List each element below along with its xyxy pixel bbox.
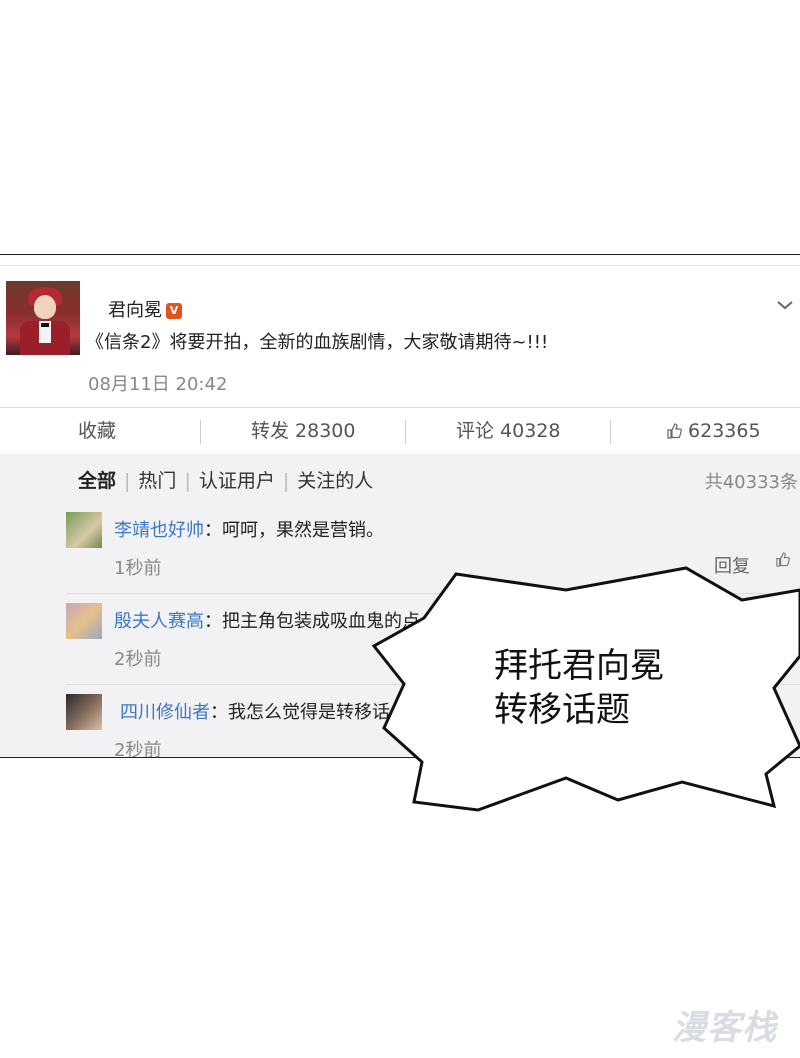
comment-time: 1秒前	[114, 558, 162, 579]
author-name[interactable]: 君向冕	[108, 300, 162, 321]
action-divider	[405, 420, 406, 444]
author-name-row: 君向冕 V	[108, 296, 182, 322]
comment-total: 共40333条	[704, 472, 798, 493]
speech-line-2: 转移话题	[494, 690, 630, 730]
top-strip	[0, 255, 800, 265]
comment-line: 四川修仙者：我怎么觉得是转移话	[120, 698, 390, 724]
speech-line-1: 拜托君向冕	[494, 646, 664, 686]
comment-line: 李靖也好帅：呵呵，果然是营销。	[114, 516, 384, 542]
post-time[interactable]: 08月11日 20:42	[88, 370, 227, 396]
thumbs-up-icon	[666, 420, 688, 442]
speech-bubble-text: 拜托君向冕 转移话题	[494, 644, 664, 732]
comment-text: ：呵呵，果然是营销。	[204, 520, 384, 541]
repost-button[interactable]: 转发 28300	[251, 408, 355, 454]
comment-button[interactable]: 评论 40328	[456, 408, 560, 454]
tab-following[interactable]: 关注的人	[297, 466, 373, 493]
tab-hot[interactable]: 热门	[138, 466, 176, 493]
action-divider	[610, 420, 611, 444]
comment-time: 2秒前	[114, 649, 162, 670]
comment-time: 2秒前	[114, 740, 162, 758]
comment-tabs: 全部 | 热门 | 认证用户 | 关注的人	[78, 466, 373, 493]
like-button[interactable]: 623365	[666, 408, 761, 454]
weibo-post: 君向冕 V 《信条2》将要开拍，全新的血族剧情，大家敬请期待~!!! 08月11日…	[0, 265, 800, 408]
commenter-name[interactable]: 四川修仙者	[120, 702, 210, 723]
commenter-avatar[interactable]	[66, 512, 102, 548]
commenter-avatar[interactable]	[66, 694, 102, 730]
action-divider	[200, 420, 201, 444]
tab-all[interactable]: 全部	[78, 466, 116, 493]
post-text: 《信条2》将要开拍，全新的血族剧情，大家敬请期待~!!!	[86, 332, 549, 353]
commenter-avatar[interactable]	[66, 603, 102, 639]
verified-badge-icon: V	[166, 303, 182, 319]
action-bar: 收藏 转发 28300 评论 40328 623365	[0, 407, 800, 455]
like-count: 623365	[688, 420, 761, 442]
comment-text: ：我怎么觉得是转移话	[210, 702, 390, 723]
author-avatar[interactable]	[6, 281, 80, 355]
favorite-button[interactable]: 收藏	[78, 408, 116, 454]
commenter-name[interactable]: 李靖也好帅	[114, 520, 204, 541]
tab-verified-users[interactable]: 认证用户	[199, 466, 275, 493]
chevron-down-icon[interactable]	[776, 296, 794, 315]
commenter-name[interactable]: 殷夫人赛高	[114, 611, 204, 632]
watermark-logo: 漫客栈	[672, 1008, 777, 1048]
